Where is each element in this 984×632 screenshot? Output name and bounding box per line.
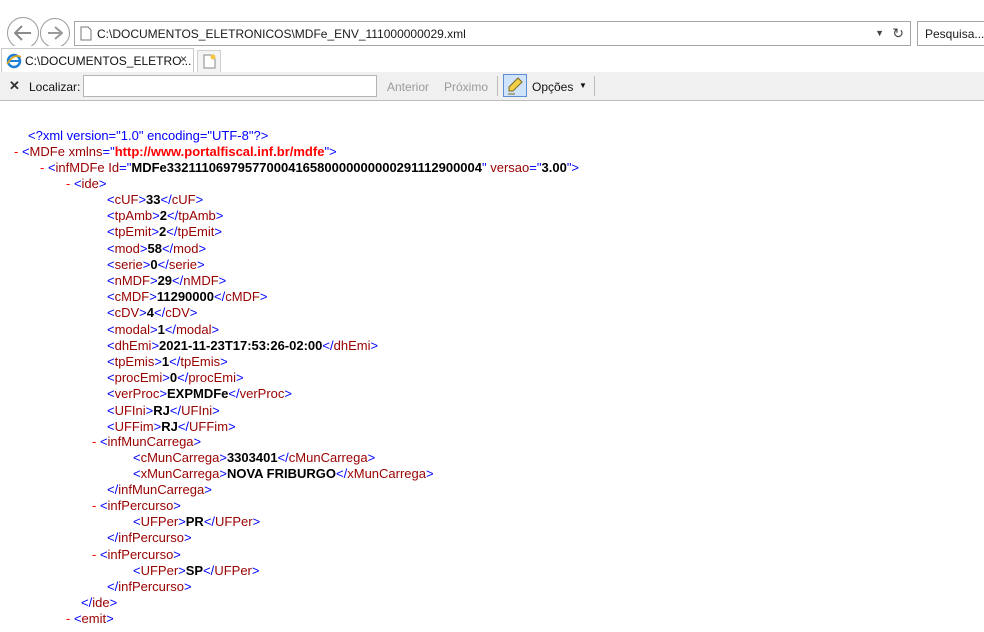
divider (594, 76, 595, 96)
forward-button[interactable] (40, 18, 70, 48)
page-icon (80, 26, 92, 41)
xml-close-tag: </infPercurso> (107, 579, 192, 594)
xml-node-emit[interactable]: - <emit> (66, 611, 114, 627)
xml-leaf: <UFPer>SP</UFPer> (133, 563, 260, 578)
xml-leaf-modal: <modal>1</modal> (107, 321, 220, 337)
xml-node-infmuncarrega[interactable]: - <infMunCarrega> (92, 434, 201, 450)
xml-node-infpercurso[interactable]: - <infPercurso> (92, 547, 181, 563)
xml-leaf-ufini: <UFIni>RJ</UFIni> (107, 402, 220, 418)
highlight-button[interactable] (503, 74, 527, 97)
xml-leaf-cdv: <cDV>4</cDV> (107, 305, 198, 321)
refresh-icon[interactable]: ↻ (892, 25, 904, 42)
search-field[interactable]: Pesquisa... (917, 21, 984, 46)
xml-node-mdfe[interactable]: - <MDFe xmlns="http://www.portalfiscal.i… (14, 144, 337, 160)
address-text: C:\DOCUMENTOS_ELETRONICOS\MDFe_ENV_11100… (97, 27, 466, 41)
xml-node-ide[interactable]: - <ide> (66, 176, 107, 192)
xml-leaf-mod: <mod>58</mod> (107, 240, 207, 256)
xml-leaf-dhemi: <dhEmi>2021-11-23T17:53:26-02:00</dhEmi> (107, 337, 379, 353)
xml-leaf-nmdf: <nMDF>29</nMDF> (107, 273, 227, 288)
find-label: Localizar: (29, 80, 81, 94)
find-bar: ✕ Localizar: Anterior Próximo Opções ▼ (0, 72, 984, 101)
find-next-button[interactable]: Próximo (444, 80, 488, 94)
tab-active[interactable]: C:\DOCUMENTOS_ELETRO... × (1, 48, 194, 72)
xml-leaf-cuf: <cUF>33</cUF> (107, 192, 204, 207)
highlighter-icon (508, 77, 523, 95)
find-input[interactable] (83, 75, 377, 97)
address-field[interactable]: C:\DOCUMENTOS_ELETRONICOS\MDFe_ENV_11100… (74, 21, 911, 46)
xml-view: <?xml version="1.0" encoding="UTF-8"?> -… (0, 101, 984, 632)
tab-bar: C:\DOCUMENTOS_ELETRO... × (0, 46, 984, 73)
xml-close-tag: </ide> (81, 595, 118, 610)
xml-leaf-cmdf: <cMDF>11290000</cMDF> (107, 289, 268, 305)
back-arrow-icon (14, 25, 31, 41)
close-tab-icon[interactable]: × (180, 52, 187, 66)
new-tab-button[interactable] (197, 50, 221, 72)
xml-node-infpercurso[interactable]: - <infPercurso> (92, 498, 181, 514)
xml-node-infmdfe[interactable]: - <infMDFe Id="MDFe332111069795770004165… (40, 160, 579, 176)
xml-declaration: <?xml version="1.0" encoding="UTF-8"?> (28, 128, 269, 143)
xml-leaf-verproc: <verProc>EXPMDFe</verProc> (107, 386, 292, 402)
divider (497, 76, 498, 96)
xml-leaf-tpemis: <tpEmis>1</tpEmis> (107, 354, 228, 369)
xml-leaf: <xMunCarrega>NOVA FRIBURGO</xMunCarrega> (133, 466, 434, 481)
xml-close-tag: </infMunCarrega> (107, 482, 212, 497)
chevron-down-icon[interactable]: ▼ (875, 28, 884, 38)
new-tab-icon (203, 54, 216, 69)
xml-leaf-tpamb: <tpAmb>2</tpAmb> (107, 208, 224, 224)
back-button[interactable] (7, 17, 39, 49)
options-button[interactable]: Opções (532, 80, 573, 94)
ie-logo-icon (6, 53, 22, 69)
xml-leaf: <cMunCarrega>3303401</cMunCarrega> (133, 450, 376, 465)
xml-leaf: <UFPer>PR</UFPer> (133, 514, 261, 529)
address-bar-area: C:\DOCUMENTOS_ELETRONICOS\MDFe_ENV_11100… (0, 0, 984, 49)
xml-leaf-procemi: <procEmi>0</procEmi> (107, 370, 244, 386)
find-previous-button[interactable]: Anterior (387, 80, 429, 94)
search-placeholder: Pesquisa... (925, 27, 984, 41)
forward-arrow-icon (48, 26, 63, 40)
close-find-icon[interactable]: ✕ (9, 78, 20, 94)
tab-title: C:\DOCUMENTOS_ELETRO... (25, 54, 192, 68)
chevron-down-icon[interactable]: ▼ (579, 81, 587, 90)
xml-close-tag: </infPercurso> (107, 530, 192, 545)
xml-leaf-uffim: <UFFim>RJ</UFFim> (107, 418, 236, 434)
xml-leaf-serie: <serie>0</serie> (107, 256, 205, 272)
xml-leaf-tpemit: <tpEmit>2</tpEmit> (107, 224, 222, 240)
